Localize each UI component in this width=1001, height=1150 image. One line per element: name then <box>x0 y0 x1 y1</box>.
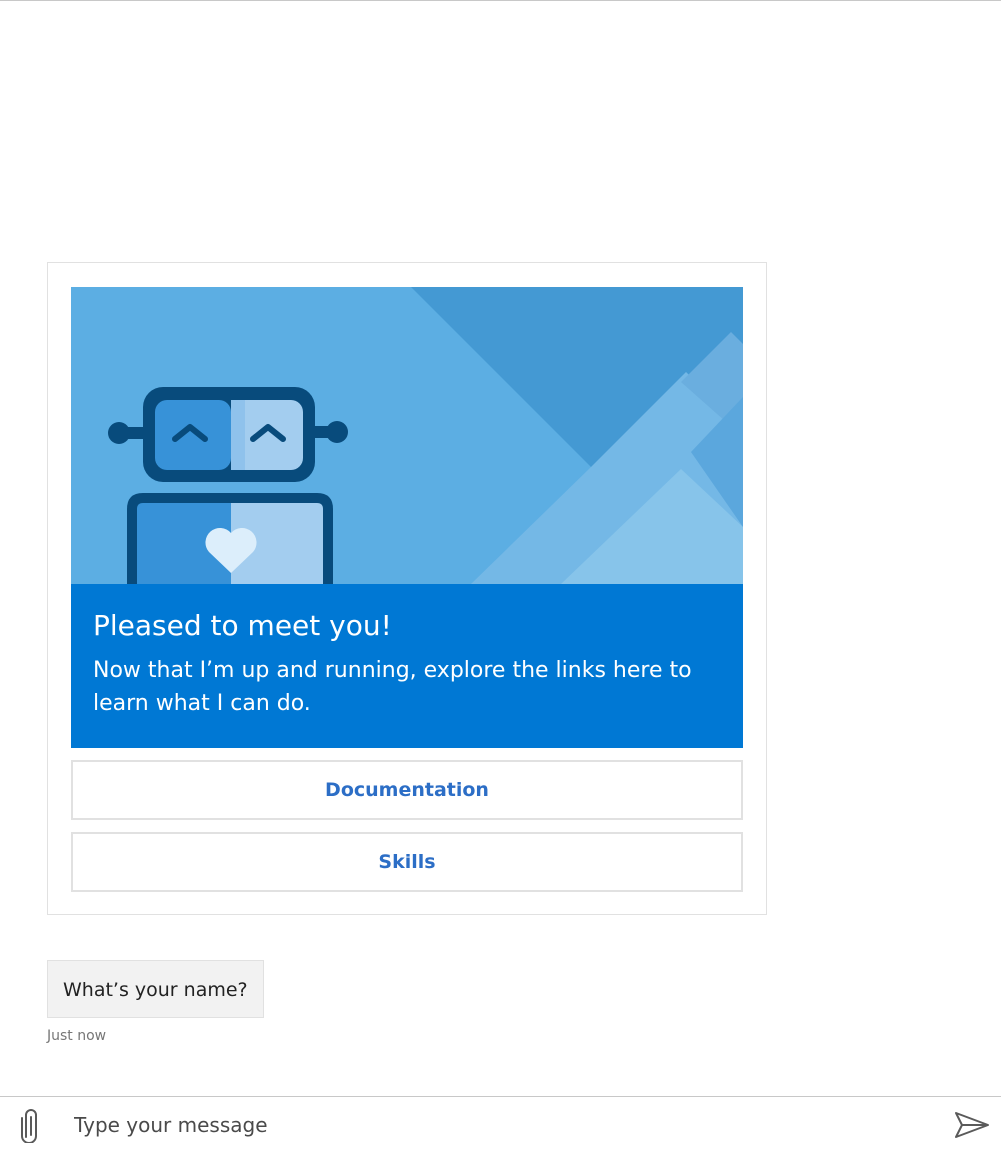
card-banner: Pleased to meet you! Now that I’m up and… <box>71 584 743 748</box>
adaptive-card: Pleased to meet you! Now that I’m up and… <box>47 262 767 915</box>
card-text: Now that I’m up and running, explore the… <box>93 658 692 716</box>
chat-window: Pleased to meet you! Now that I’m up and… <box>0 0 1001 1150</box>
message-timestamp: Just now <box>47 1028 107 1044</box>
paperclip-icon[interactable] <box>14 1107 46 1144</box>
bot-message-bubble: What’s your name? <box>47 960 264 1018</box>
send-icon[interactable] <box>948 1107 992 1143</box>
documentation-button[interactable]: Documentation <box>71 760 743 820</box>
skills-button[interactable]: Skills <box>71 832 743 892</box>
message-composer <box>0 1096 1001 1150</box>
message-input[interactable] <box>64 1107 944 1143</box>
card-title: Pleased to meet you! <box>93 609 392 642</box>
robot-illustration <box>71 287 743 584</box>
hero-image <box>71 287 743 584</box>
